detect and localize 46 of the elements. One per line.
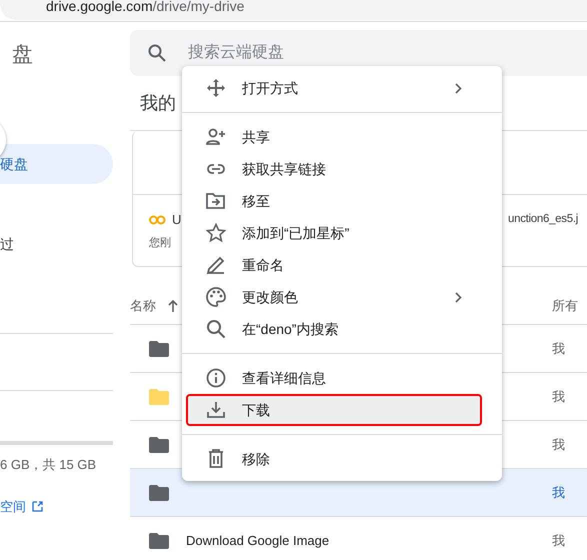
add-person-icon [206, 127, 226, 147]
palette-icon [206, 287, 226, 307]
menu-item[interactable]: 下载 [186, 394, 482, 426]
download-icon [206, 400, 226, 420]
storage-link[interactable]: 空间 [0, 496, 43, 516]
trash-icon [206, 449, 226, 469]
owner-cell-text: 我 [552, 436, 565, 454]
file-name: Download Google Image [186, 532, 330, 550]
owner-cell-text: 我 [552, 484, 565, 502]
menu-item[interactable]: 查看详细信息 [182, 362, 502, 394]
sort-arrow-icon[interactable] [168, 300, 178, 312]
star-icon [206, 223, 226, 243]
column-header[interactable]: 名称 [130, 296, 156, 316]
storage-text: 6 GB，共 15 GB [0, 456, 98, 474]
menu-item[interactable]: 更改颜色 [182, 281, 502, 313]
file-subtitle: 您刚 [148, 236, 172, 250]
menu-item[interactable]: 在“deno”内搜索 [182, 313, 502, 345]
chevron-right-icon [455, 82, 462, 94]
search-icon [148, 44, 166, 62]
chevron-right-icon [455, 292, 462, 302]
colab-icon [149, 214, 166, 225]
column-header[interactable]: 所有 [552, 296, 578, 316]
menu-item[interactable]: 移至 [182, 185, 502, 217]
folder-arrow-icon [206, 191, 226, 211]
external-link-icon [32, 500, 43, 512]
file-name: U [172, 211, 182, 229]
move-icon [206, 78, 226, 98]
info-icon [206, 368, 226, 388]
menu-item[interactable]: 获取共享链接 [182, 153, 502, 185]
file-row[interactable]: Download Google Image 我 [130, 517, 587, 560]
menu-item[interactable]: 重命名 [182, 249, 502, 281]
nav-item[interactable]: 硬盘 [0, 144, 113, 184]
url-text: drive.google.com/drive/my-drive [46, 0, 244, 14]
nav-item[interactable]: 过 [0, 224, 113, 264]
menu-item[interactable]: 添加到“已加星标” [182, 217, 502, 249]
address-bar[interactable]: drive.google.com/drive/my-drive [0, 0, 587, 20]
page-heading: 我的 [140, 93, 176, 113]
search-icon [206, 319, 226, 339]
search-field[interactable]: 搜索云端硬盘 [186, 40, 587, 66]
owner-cell-text: 我 [552, 340, 565, 358]
app-title: 盘 [12, 42, 34, 68]
owner-cell-text: 我 [552, 532, 565, 550]
owner-cell-text: 我 [552, 388, 565, 406]
menu-item[interactable]: 共享 [182, 121, 502, 153]
file-name: unction6_es5.j [508, 212, 578, 227]
pencil-icon [206, 255, 226, 275]
